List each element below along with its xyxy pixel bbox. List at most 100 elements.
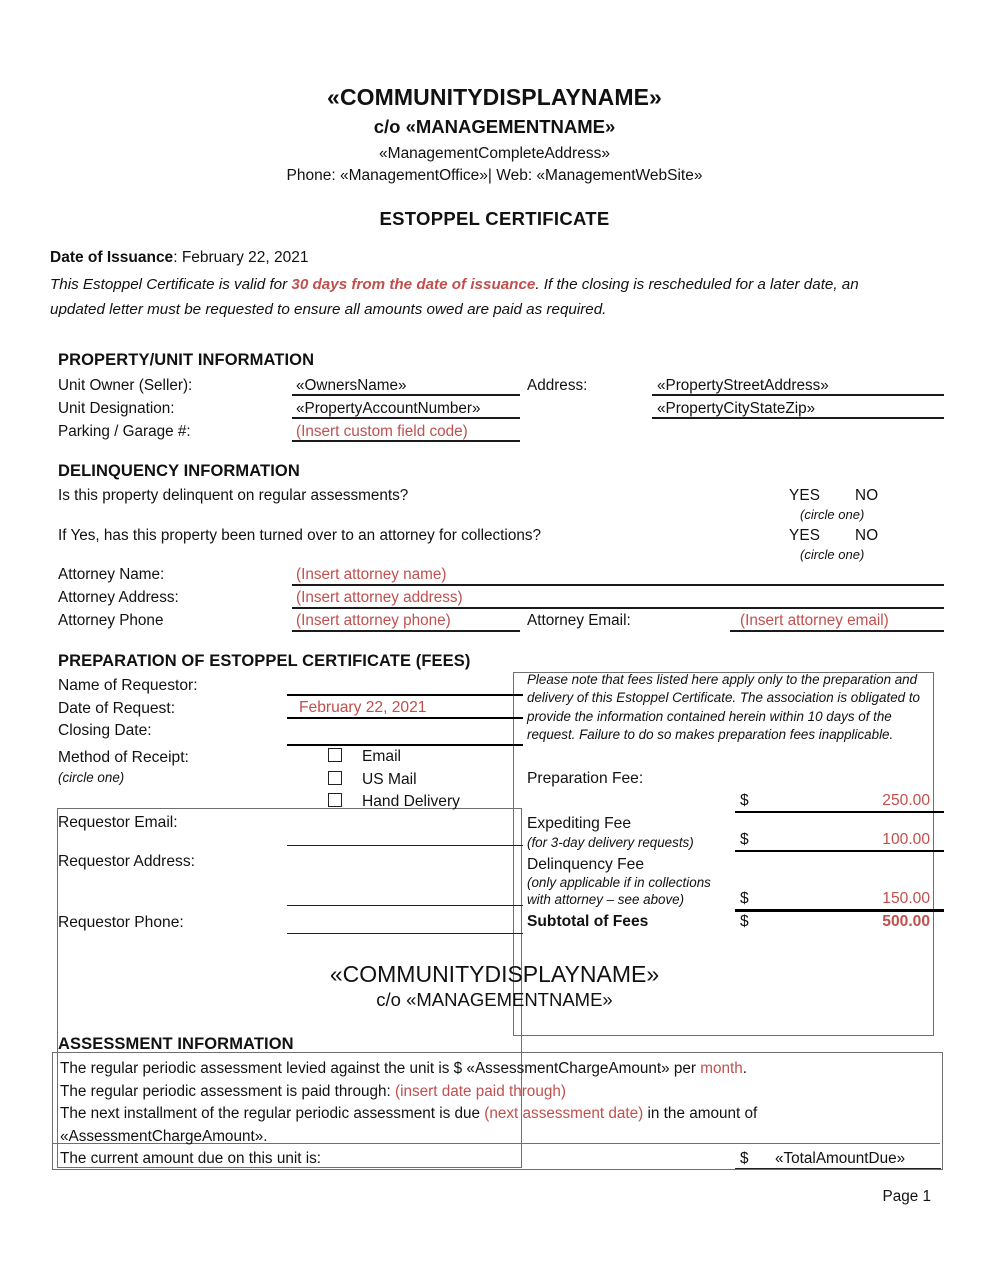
- method-option-hand-delivery[interactable]: Hand Delivery: [328, 793, 460, 811]
- delinquency-fee-dollar: $: [740, 890, 749, 907]
- unit-designation-label: Unit Designation:: [58, 400, 175, 417]
- assessment-line-4: «AssessmentChargeAmount».: [60, 1128, 268, 1145]
- delinquency-q2-circle-one: (circle one): [800, 547, 865, 562]
- attorney-email-label: Attorney Email:: [527, 612, 631, 629]
- assessment-paid-through-value[interactable]: (insert date paid through): [395, 1083, 566, 1100]
- rule-expediting-fee: [735, 850, 944, 853]
- date-of-issuance: Date of Issuance: February 22, 2021: [50, 249, 308, 267]
- community-name-heading: «COMMUNITYDISPLAYNAME»: [327, 84, 662, 110]
- property-street-value[interactable]: «PropertyStreetAddress»: [657, 377, 829, 395]
- rule-requestor-name: [287, 694, 523, 697]
- assessment-next-date-value[interactable]: (next assessment date): [484, 1105, 643, 1122]
- rule-requestor-address: [287, 905, 523, 907]
- overlay-management-name: c/o «MANAGEMENTNAME»: [376, 989, 613, 1010]
- delinquency-fee-sublabel-2: with attorney – see above): [527, 892, 685, 907]
- checkbox-icon[interactable]: [328, 771, 342, 785]
- checkbox-icon[interactable]: [328, 748, 342, 762]
- rule-attorney-phone: [292, 630, 520, 632]
- property-address-label: Address:: [527, 377, 588, 394]
- management-contact: Phone: «ManagementOffice»| Web: «Managem…: [286, 167, 703, 184]
- rule-total-amount-due: [735, 1168, 941, 1170]
- attorney-name-label: Attorney Name:: [58, 566, 165, 583]
- closing-date-label: Closing Date:: [58, 722, 152, 739]
- expediting-fee-amount[interactable]: 100.00: [820, 831, 930, 849]
- assessment-line-2: The regular periodic assessment is paid …: [60, 1083, 566, 1101]
- delinquency-q2-no[interactable]: NO: [855, 527, 878, 545]
- assessment-line-1-period[interactable]: month: [700, 1060, 743, 1077]
- rule-preparation-fee: [735, 811, 944, 814]
- parking-garage-label: Parking / Garage #:: [58, 423, 191, 440]
- section-title-property: PROPERTY/UNIT INFORMATION: [58, 351, 315, 369]
- rule-property-street: [652, 394, 944, 396]
- assessment-line-5: The current amount due on this unit is:: [60, 1150, 322, 1167]
- attorney-address-value[interactable]: (Insert attorney address): [296, 589, 463, 607]
- attorney-name-value[interactable]: (Insert attorney name): [296, 566, 446, 584]
- subtotal-of-fees-amount: 500.00: [882, 913, 930, 930]
- page-number: Page 1: [882, 1188, 931, 1205]
- assessment-line-1-text: The regular periodic assessment levied a…: [60, 1060, 701, 1077]
- preparation-fee-amount[interactable]: 250.00: [820, 792, 930, 810]
- section-title-fees: PREPARATION OF ESTOPPEL CERTIFICATE (FEE…: [58, 652, 471, 670]
- unit-owner-label: Unit Owner (Seller):: [58, 377, 193, 394]
- total-amount-due-value[interactable]: «TotalAmountDue»: [775, 1150, 905, 1168]
- assessment-line-3-suffix: in the amount of: [643, 1105, 758, 1122]
- method-option-us-mail[interactable]: US Mail: [328, 771, 417, 789]
- validity-note-highlight: 30 days from the date of issuance: [291, 276, 536, 293]
- method-of-receipt-label: Method of Receipt:: [58, 749, 189, 766]
- method-option-email[interactable]: Email: [328, 748, 401, 766]
- delinquency-question-1: Is this property delinquent on regular a…: [58, 487, 409, 504]
- management-address: «ManagementCompleteAddress»: [379, 145, 610, 162]
- date-of-request-value[interactable]: February 22, 2021: [299, 699, 426, 717]
- subtotal-of-fees-dollar: $: [740, 913, 749, 930]
- rule-unit-owner: [292, 394, 520, 396]
- fee-note-text: Please note that fees listed here apply …: [527, 672, 920, 743]
- attorney-phone-value[interactable]: (Insert attorney phone): [296, 612, 451, 630]
- rule-attorney-email: [730, 630, 944, 632]
- delinquency-question-2: If Yes, has this property been turned ov…: [58, 527, 541, 544]
- date-of-issuance-label: Date of Issuance: [50, 249, 174, 266]
- assessment-line-2-text: The regular periodic assessment is paid …: [60, 1083, 396, 1100]
- total-amount-due-dollar: $: [740, 1150, 749, 1167]
- delinquency-q1-yes[interactable]: YES: [789, 487, 820, 505]
- delinquency-q1-circle-one: (circle one): [800, 507, 865, 522]
- delinquency-q1-no[interactable]: NO: [855, 487, 878, 505]
- rule-attorney-address: [292, 607, 944, 609]
- delinquency-fee-sublabel-1: (only applicable if in collections: [527, 875, 711, 890]
- delinquency-q2-yes[interactable]: YES: [789, 527, 820, 545]
- method-option-us-mail-label: US Mail: [362, 771, 417, 788]
- rule-requestor-phone: [287, 933, 523, 935]
- attorney-address-label: Attorney Address:: [58, 589, 179, 606]
- assessment-line-1-suffix: .: [742, 1060, 748, 1077]
- rule-property-citystatezip: [652, 417, 944, 419]
- unit-designation-value[interactable]: «PropertyAccountNumber»: [296, 400, 481, 418]
- expediting-fee-sublabel: (for 3-day delivery requests): [527, 835, 694, 850]
- validity-note-prefix: This Estoppel Certificate is valid for: [50, 276, 292, 293]
- overlay-community-name: «COMMUNITYDISPLAYNAME»: [329, 961, 660, 987]
- preparation-fee-dollar: $: [740, 792, 749, 809]
- assessment-line-3-text: The next installment of the regular peri…: [60, 1105, 485, 1122]
- attorney-email-value[interactable]: (Insert attorney email): [740, 612, 889, 630]
- rule-requestor-email: [287, 845, 523, 847]
- attorney-phone-label: Attorney Phone: [58, 612, 164, 629]
- rule-date-of-request: [287, 717, 523, 720]
- rule-closing-date: [287, 744, 523, 747]
- parking-garage-value[interactable]: (Insert custom field code): [296, 423, 468, 441]
- checkbox-icon[interactable]: [328, 793, 342, 807]
- rule-attorney-name: [292, 584, 944, 586]
- property-citystatezip-value[interactable]: «PropertyCityStateZip»: [657, 400, 815, 418]
- rule-delinquency-fee: [735, 909, 944, 912]
- preparation-fee-label: Preparation Fee:: [527, 770, 644, 787]
- document-title: ESTOPPEL CERTIFICATE: [379, 208, 610, 229]
- requestor-address-label: Requestor Address:: [58, 853, 195, 870]
- method-option-hand-delivery-label: Hand Delivery: [362, 793, 460, 810]
- rule-unit-designation: [292, 417, 520, 419]
- delinquency-fee-amount[interactable]: 150.00: [820, 890, 930, 908]
- validity-note: This Estoppel Certificate is valid for 3…: [50, 272, 905, 322]
- requestor-name-label: Name of Requestor:: [58, 677, 198, 694]
- delinquency-fee-label: Delinquency Fee: [527, 856, 645, 873]
- management-name-heading: c/o «MANAGEMENTNAME»: [373, 116, 616, 137]
- date-of-issuance-separator: :: [173, 249, 182, 266]
- subtotal-of-fees-label: Subtotal of Fees: [527, 913, 649, 930]
- method-option-email-label: Email: [362, 748, 401, 765]
- unit-owner-value[interactable]: «OwnersName»: [296, 377, 407, 395]
